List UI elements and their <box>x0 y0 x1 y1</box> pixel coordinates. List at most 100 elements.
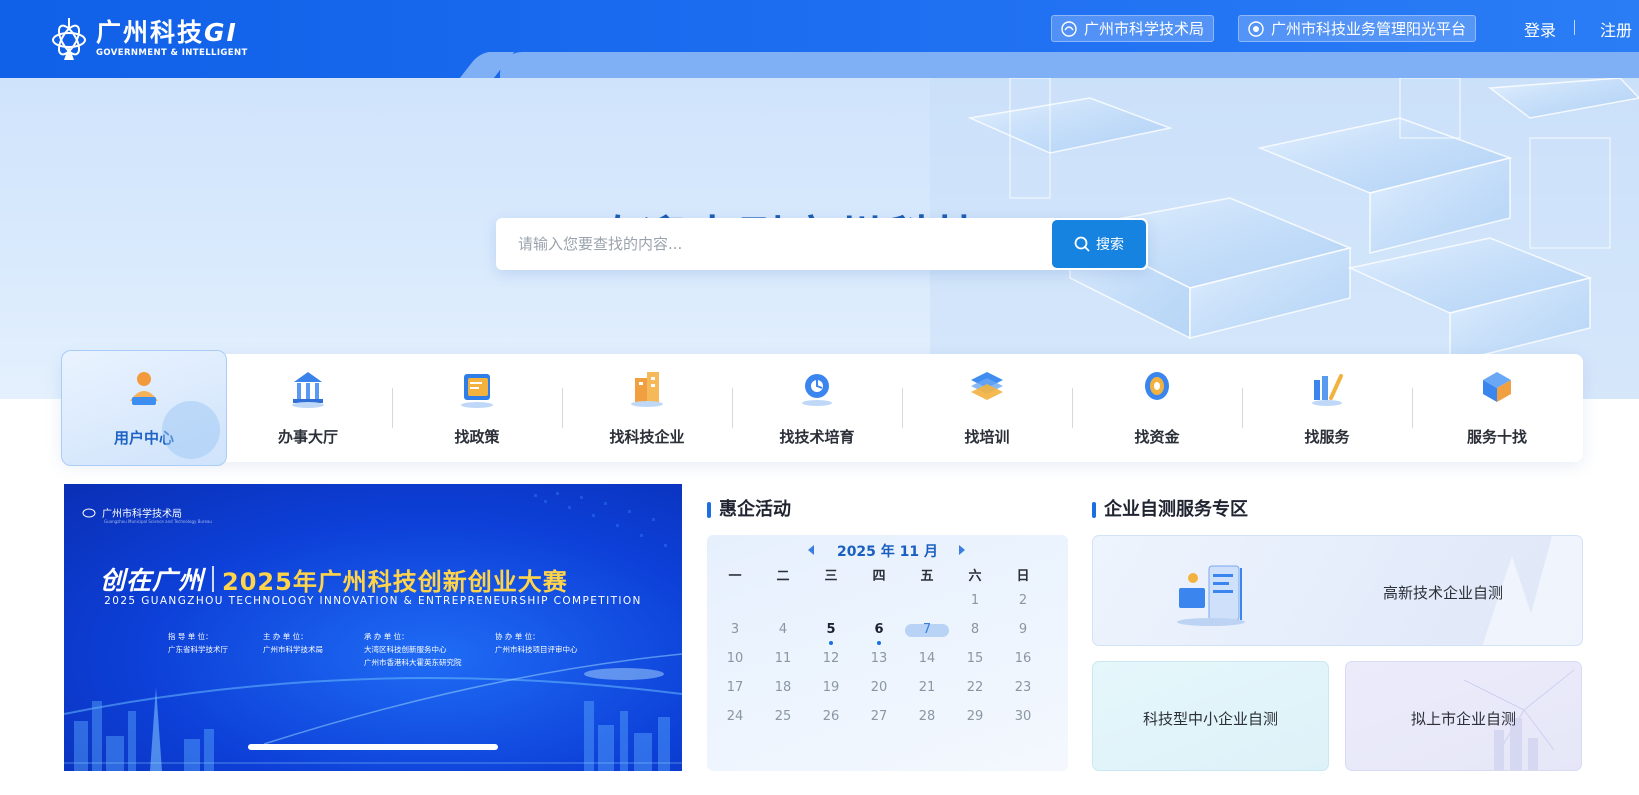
nav-label-service-hall: 办事大厅 <box>277 428 338 446</box>
calendar-day[interactable]: 30 <box>998 709 1048 724</box>
nav-item-funding[interactable]: 找资金 <box>1072 354 1242 462</box>
nav-item-service-ten[interactable]: 服务十找 <box>1412 354 1582 462</box>
nav-label-service-ten: 服务十找 <box>1466 428 1527 446</box>
banner-title: 2025年广州科技创新创业大赛 <box>222 567 568 596</box>
logo-subtitle: GOVERNMENT & INTELLIGENT <box>96 48 248 58</box>
register-link[interactable]: 注册 <box>1600 17 1632 41</box>
link-science-bureau-label: 广州市科学技术局 <box>1084 20 1205 38</box>
calendar-day[interactable]: 28 <box>902 709 952 724</box>
logo-title: 广州科技 <box>96 18 205 47</box>
banner-org: 广州市科学技术局 <box>102 509 182 520</box>
link-science-bureau[interactable]: 广州市科学技术局 <box>1051 15 1215 42</box>
link-sunshine-platform-label: 广州市科技业务管理阳光平台 <box>1271 20 1467 38</box>
find-service-icon <box>1312 374 1343 406</box>
user-center-icon <box>130 372 158 405</box>
calendar-day[interactable]: 21 <box>902 680 952 695</box>
search-button-label: 搜索 <box>1096 237 1124 253</box>
calendar-day[interactable]: 26 <box>806 709 856 724</box>
banner-org-en: Guangzhou Municipal Science and Technolo… <box>104 519 212 524</box>
calendar-weekday: 五 <box>920 569 934 584</box>
calendar-day[interactable]: 25 <box>758 709 808 724</box>
search-icon <box>1074 236 1090 252</box>
calendar-day[interactable]: 18 <box>758 680 808 695</box>
bureau-emblem-icon <box>82 508 96 517</box>
calendar-day[interactable]: 20 <box>854 680 904 695</box>
nav-label-tech-incubation: 找技术培育 <box>779 428 855 446</box>
search-input[interactable] <box>496 218 1051 270</box>
auth-divider <box>1574 20 1575 35</box>
calendar-day[interactable]: 29 <box>950 709 1000 724</box>
calendar-day[interactable]: 11 <box>758 651 808 666</box>
link-sunshine-platform[interactable]: 广州市科技业务管理阳光平台 <box>1238 15 1477 42</box>
search-bar: 搜索 <box>496 218 1148 270</box>
service-card-sme[interactable]: 科技型中小企业自测 <box>1092 661 1329 771</box>
calendar-event-dot <box>877 641 881 645</box>
banner-carousel-indicator[interactable] <box>248 744 498 750</box>
header-tab-shape <box>500 52 1639 78</box>
platform-emblem-icon <box>1248 20 1264 37</box>
calendar-day[interactable]: 5 <box>806 622 856 637</box>
banner-slogan: 创在广州 <box>100 566 205 595</box>
service-card-hightech[interactable]: 高新技术企业自测 <box>1092 535 1583 646</box>
login-link[interactable]: 登录 <box>1524 17 1556 41</box>
banner-skyline-illustration <box>64 687 682 771</box>
nav-item-service-hall[interactable]: 办事大厅 <box>223 354 393 462</box>
calendar-day[interactable]: 6 <box>854 622 904 637</box>
search-button[interactable]: 搜索 <box>1052 220 1146 268</box>
nav-label-funding: 找资金 <box>1134 428 1180 446</box>
calendar-day[interactable]: 17 <box>710 680 760 695</box>
site-logo[interactable]: 广州科技GI GOVERNMENT & INTELLIGENT <box>50 16 248 62</box>
calendar-day[interactable]: 15 <box>950 651 1000 666</box>
calendar-weekday: 六 <box>968 569 982 584</box>
training-icon <box>971 372 1003 400</box>
banner-host-unit: 主 办 单 位： 广州市科学技术局 <box>263 632 323 654</box>
calendar-weekday: 一 <box>728 569 742 584</box>
calendar-day[interactable]: 27 <box>854 709 904 724</box>
nav-item-tech-incubation[interactable]: 找技术培育 <box>732 354 902 462</box>
calendar-day[interactable]: 10 <box>710 651 760 666</box>
service-ten-icon <box>1483 372 1511 402</box>
calendar-day[interactable]: 12 <box>806 651 856 666</box>
service-hall-icon <box>292 372 324 408</box>
tech-enterprise-icon <box>631 372 663 407</box>
service-label-hightech: 高新技术企业自测 <box>1383 584 1504 602</box>
calendar-weekday: 日 <box>1016 569 1030 584</box>
banner-organizer-unit: 承 办 单 位： 大湾区科技创新服务中心 广州市香港科大霍英东研究院 <box>364 632 462 667</box>
calendar-day[interactable]: 7 <box>902 622 952 637</box>
calendar-day[interactable]: 3 <box>710 622 760 637</box>
calendar-day[interactable]: 4 <box>758 622 808 637</box>
banner-co-organizer-unit: 协 办 单 位： 广州市科技项目评审中心 <box>495 632 578 654</box>
ministry-emblem-icon <box>1061 20 1077 37</box>
banner-title-en: 2025 GUANGZHOU TECHNOLOGY INNOVATION & E… <box>104 595 642 607</box>
nav-item-training[interactable]: 找培训 <box>902 354 1072 462</box>
tech-incubation-icon <box>802 374 832 406</box>
calendar-day[interactable]: 9 <box>998 622 1048 637</box>
calendar-day[interactable]: 2 <box>998 593 1048 608</box>
calendar-day[interactable]: 23 <box>998 680 1048 695</box>
logo-emblem-icon <box>52 18 86 60</box>
nav-item-user-center[interactable]: 用户中心 <box>61 350 227 466</box>
calendar-day[interactable]: 8 <box>950 622 1000 637</box>
nav-item-policy[interactable]: 找政策 <box>392 354 562 462</box>
nav-item-tech-enterprise[interactable]: 找科技企业 <box>562 354 732 462</box>
calendar-day[interactable]: 14 <box>902 651 952 666</box>
service-card-ipo[interactable]: 拟上市企业自测 <box>1345 661 1582 771</box>
quick-nav-bar: 用户中心 办事大厅 找政策 找科技企业 找技术培育 找培训 找资金 找服务 服务… <box>61 350 1583 466</box>
calendar-day[interactable]: 24 <box>710 709 760 724</box>
activity-calendar: 2025 年 11 月 一二三四五六日 1 2 3 4 5 6 7 8 9 10 11 12 13 14 15… <box>707 535 1068 771</box>
self-test-illustration <box>1177 565 1245 626</box>
calendar-day[interactable]: 13 <box>854 651 904 666</box>
calendar-next-month-icon[interactable] <box>959 545 965 555</box>
logo-title-mark: GI <box>204 18 238 47</box>
nav-item-find-service[interactable]: 找服务 <box>1242 354 1412 462</box>
competition-banner[interactable]: 广州市科学技术局 Guangzhou Municipal Science and… <box>64 484 682 771</box>
calendar-day[interactable]: 22 <box>950 680 1000 695</box>
nav-label-training: 找培训 <box>964 428 1010 446</box>
nav-label-user-center: 用户中心 <box>113 429 174 447</box>
calendar-day[interactable]: 16 <box>998 651 1048 666</box>
activities-title: 惠企活动 <box>707 499 791 521</box>
nav-label-policy: 找政策 <box>454 428 500 446</box>
funding-icon <box>1145 372 1169 400</box>
calendar-day[interactable]: 19 <box>806 680 856 695</box>
calendar-day[interactable]: 1 <box>950 593 1000 608</box>
